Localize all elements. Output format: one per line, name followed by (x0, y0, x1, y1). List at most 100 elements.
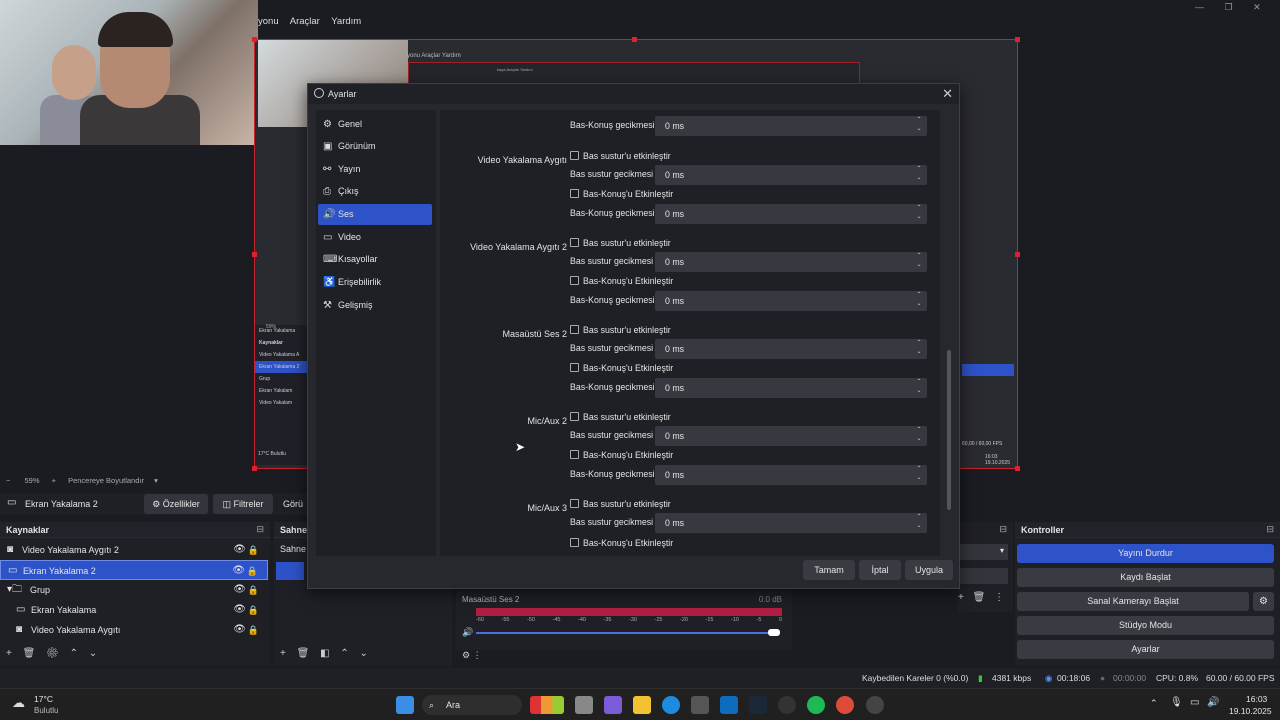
outlook-icon[interactable] (720, 696, 738, 714)
taskbar-search[interactable]: ⌕ Ara (422, 695, 522, 715)
add-icon[interactable]: + (6, 648, 12, 659)
mute-checkbox[interactable]: Bas sustur'u etkinleştir (570, 238, 671, 248)
menu-item-help[interactable]: Yardım (331, 16, 361, 27)
volume-slider[interactable] (476, 632, 776, 634)
widget-icon[interactable] (530, 696, 564, 714)
resize-handle[interactable] (252, 37, 257, 42)
ptt-checkbox[interactable]: Bas-Konuş'u Etkinleştir (570, 189, 673, 199)
ptt-delay-spin[interactable]: 0 ms ⌃ ⌄ (655, 378, 927, 398)
chevron-up-icon[interactable]: ⌃ (1150, 698, 1158, 709)
cancel-button[interactable]: İptal (859, 560, 901, 580)
mute-delay-spin[interactable]: 0 ms ⌃ ⌄ (655, 252, 927, 272)
mute-checkbox[interactable]: Bas sustur'u etkinleştir (570, 499, 671, 509)
ptt-checkbox[interactable]: Bas-Konuş'u Etkinleştir (570, 450, 673, 460)
mute-checkbox[interactable]: Bas sustur'u etkinleştir (570, 151, 671, 161)
studio-mode-button[interactable]: Stüdyo Modu (1017, 616, 1274, 635)
resize-handle[interactable] (1015, 252, 1020, 257)
clock-time[interactable]: 16:03 (1246, 694, 1267, 704)
ptt-checkbox[interactable]: Bas-Konuş'u Etkinleştir (570, 363, 673, 373)
volume-icon[interactable]: 🔊 (462, 627, 473, 638)
gear-icon[interactable]: ⚙ (46, 648, 59, 659)
chrome-icon[interactable] (836, 696, 854, 714)
sidebar-item-output[interactable]: ⎙ Çıkış (318, 181, 432, 202)
source-item[interactable]: ▾🗀 Grup 👁 🔒 (0, 580, 268, 600)
trash-icon[interactable]: 🗑 (973, 592, 986, 603)
source-item[interactable]: ▭ Ekran Yakalama 2 👁 🔒 (0, 560, 268, 580)
network-icon[interactable]: ▭ (1190, 697, 1199, 708)
lock-icon[interactable]: 🔒 (247, 561, 258, 581)
eye-icon[interactable]: 👁 (233, 580, 246, 600)
mute-delay-spin[interactable]: 0 ms ⌃ ⌄ (655, 426, 927, 446)
chevron-down-icon[interactable]: ▾ (154, 476, 158, 485)
ptt-delay-spin[interactable]: 0 ms ⌃ ⌄ (655, 204, 927, 224)
mixer-settings-icon[interactable]: ⚙ ⋮ (462, 650, 482, 661)
scene-item[interactable]: Sahne (280, 544, 306, 554)
zoom-in-button[interactable]: + (52, 476, 56, 485)
resize-handle[interactable] (1015, 466, 1020, 471)
menu-item-tools[interactable]: Araçlar (290, 16, 320, 27)
file-explorer-icon[interactable] (633, 696, 651, 714)
more-icon[interactable]: ⋮ (994, 592, 1004, 603)
resize-handle[interactable] (1015, 37, 1020, 42)
transition-select[interactable]: ▾ (960, 544, 1008, 560)
chevron-down-icon[interactable]: ⌄ (360, 648, 368, 659)
ptt-delay-spin[interactable]: 0 ms ⌃ ⌄ (655, 291, 927, 311)
spin-arrows-icon[interactable]: ⌃ ⌄ (914, 204, 924, 222)
zoom-out-button[interactable]: − (6, 476, 10, 485)
lock-icon[interactable]: 🔒 (248, 620, 259, 640)
dock-menu-icon[interactable]: ⊟ (999, 524, 1007, 535)
sidebar-item-appearance[interactable]: ▣ Görünüm (318, 136, 432, 157)
spin-arrows-icon[interactable]: ⌃ ⌄ (914, 339, 924, 357)
maximize-icon[interactable]: ❐ (1225, 2, 1233, 12)
mute-delay-spin[interactable]: 0 ms ⌃ ⌄ (655, 339, 927, 359)
source-item[interactable]: ◙ Video Yakalama Aygıtı 👁 🔒 (0, 620, 268, 640)
panel-scrollbar[interactable] (947, 110, 953, 556)
add-icon[interactable]: + (958, 592, 964, 603)
sidebar-item-hotkeys[interactable]: ⌨ Kısayollar (318, 249, 432, 270)
filter-icon[interactable]: ◧ (320, 648, 329, 659)
spin-arrows-icon[interactable]: ⌃ ⌄ (914, 291, 924, 309)
scene-item-selected[interactable] (276, 562, 304, 580)
sidebar-item-stream[interactable]: ⚯ Yayın (318, 159, 432, 180)
teams-icon[interactable] (604, 696, 622, 714)
start-recording-button[interactable]: Kaydı Başlat (1017, 568, 1274, 587)
volume-slider-handle[interactable] (768, 629, 780, 636)
task-view-icon[interactable] (575, 696, 593, 714)
spin-arrows-icon[interactable]: ⌃ ⌄ (914, 378, 924, 396)
more-toolbar-button[interactable]: Görü (283, 499, 303, 509)
filters-button[interactable]: ◫ Filtreler (213, 494, 273, 514)
spin-arrows-icon[interactable]: ⌃ ⌄ (914, 465, 924, 483)
eye-icon[interactable]: 👁 (233, 620, 246, 640)
start-virtual-camera-button[interactable]: Sanal Kamerayı Başlat (1017, 592, 1249, 611)
weather-temp[interactable]: 17°C (34, 694, 53, 704)
dock-menu-icon[interactable]: ⊟ (1266, 524, 1274, 535)
store-icon[interactable] (691, 696, 709, 714)
lock-icon[interactable]: 🔒 (248, 580, 259, 600)
ok-button[interactable]: Tamam (803, 560, 855, 580)
close-icon[interactable]: ✕ (942, 86, 953, 102)
source-item[interactable]: ◙ Video Yakalama Aygıtı 2 👁 🔒 (0, 540, 268, 560)
mic-icon[interactable]: 🎙 (1170, 697, 1183, 708)
trash-icon[interactable]: 🗑 (23, 648, 36, 659)
sidebar-item-general[interactable]: ⚙ Genel (318, 114, 432, 135)
sidebar-item-video[interactable]: ▭ Video (318, 227, 432, 248)
windows-start-icon[interactable] (396, 696, 414, 714)
trash-icon[interactable]: 🗑 (297, 648, 310, 659)
obs-icon[interactable] (866, 696, 884, 714)
mute-checkbox[interactable]: Bas sustur'u etkinleştir (570, 412, 671, 422)
resize-handle[interactable] (252, 252, 257, 257)
lock-icon[interactable]: 🔒 (248, 600, 259, 620)
dock-menu-icon[interactable]: ⊟ (256, 524, 264, 535)
chevron-up-icon[interactable]: ⌃ (340, 648, 348, 659)
chatgpt-icon[interactable] (778, 696, 796, 714)
properties-button[interactable]: ⚙ Özellikler (144, 494, 208, 514)
speaker-icon[interactable]: 🔊 (1207, 697, 1219, 708)
sidebar-item-advanced[interactable]: ⚒ Gelişmiş (318, 295, 432, 316)
resize-handle[interactable] (632, 37, 637, 42)
spotify-icon[interactable] (807, 696, 825, 714)
fit-dropdown[interactable]: Pencereye Boyutlandır (68, 476, 144, 485)
ptt-delay-spin[interactable]: 0 ms ⌃ ⌄ (655, 465, 927, 485)
stop-streaming-button[interactable]: Yayını Durdur (1017, 544, 1274, 563)
source-item[interactable]: ▭ Ekran Yakalama 👁 🔒 (0, 600, 268, 620)
mute-delay-spin[interactable]: 0 ms ⌃ ⌄ (655, 165, 927, 185)
